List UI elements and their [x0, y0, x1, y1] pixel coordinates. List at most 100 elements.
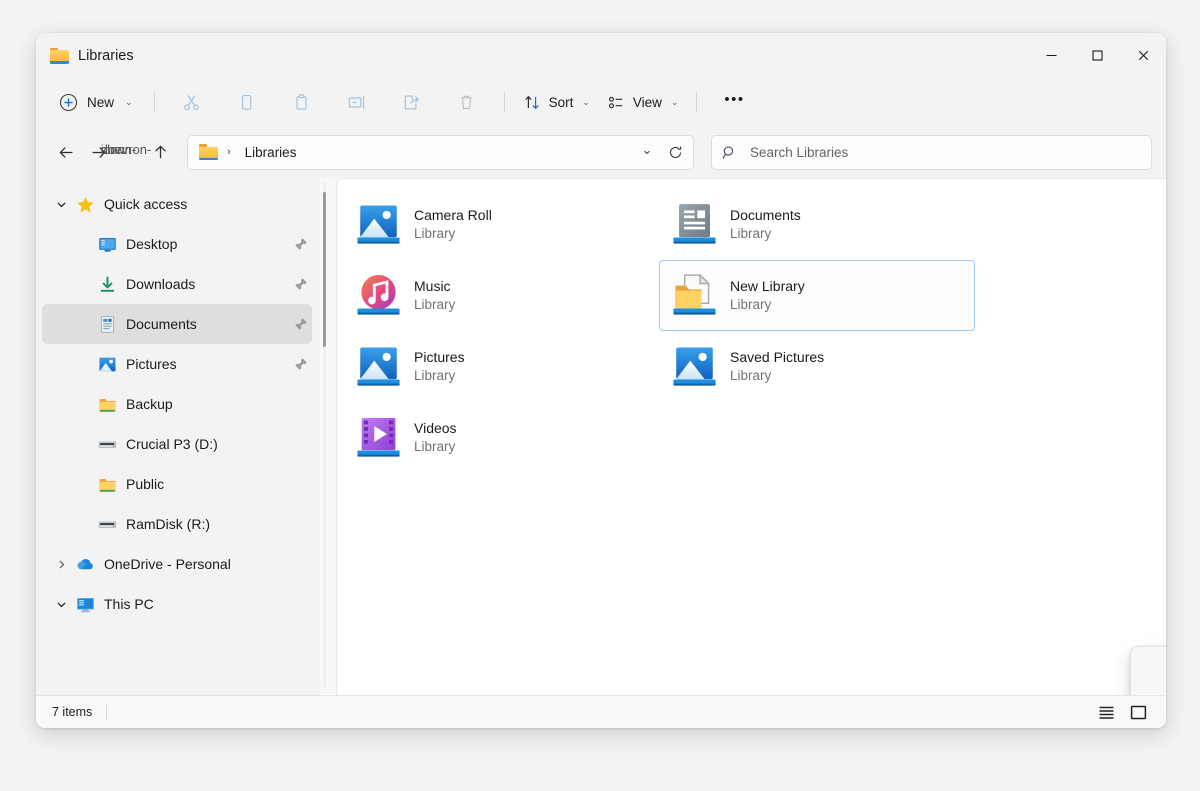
sidebar-item-label: Downloads — [126, 276, 196, 292]
picture-library-icon — [350, 344, 406, 389]
maximize-button[interactable] — [1074, 33, 1120, 78]
file-tile[interactable]: Music Library — [343, 260, 659, 331]
address-bar[interactable]: › Libraries ⌄ — [187, 134, 694, 170]
file-tile-text: Documents Library — [730, 206, 801, 242]
sidebar-item-backup[interactable]: Backup — [42, 384, 312, 424]
view-button-label: View — [632, 94, 662, 110]
sidebar-item-label: Pictures — [126, 356, 177, 372]
pin-icon[interactable] — [294, 357, 308, 371]
large-icons-view-button[interactable] — [1124, 700, 1152, 725]
file-name: Videos — [414, 420, 457, 437]
rename-button[interactable] — [330, 85, 384, 119]
pin-icon[interactable] — [294, 277, 308, 291]
delete-button[interactable] — [440, 85, 494, 119]
picture-library-icon — [350, 202, 406, 247]
file-tile-text: Camera Roll Library — [414, 206, 492, 242]
sidebar-item-label: Crucial P3 (D:) — [126, 436, 218, 452]
file-list-view[interactable]: Camera Roll Library Documents Library Music L… — [336, 178, 1166, 695]
chevron-down-icon: ⌄ — [582, 96, 590, 107]
nav-scrollbar-thumb[interactable] — [323, 192, 326, 347]
file-tile[interactable]: Pictures Library — [343, 331, 659, 402]
pin-icon[interactable] — [294, 237, 308, 251]
paste-button[interactable] — [275, 85, 329, 119]
copy-icon — [237, 93, 256, 112]
sidebar-item-ramdisk-r[interactable]: RamDisk (R:) — [42, 504, 312, 544]
context-menu-item-sort-by[interactable]: Sort by› — [1135, 679, 1166, 695]
back-button[interactable] — [50, 136, 82, 168]
cut-button[interactable] — [165, 85, 219, 119]
minimize-button[interactable] — [1028, 33, 1074, 78]
file-type: Library — [414, 367, 456, 383]
navigation-tree: Quick access Desktop Downloads Documents Pic… — [36, 184, 336, 624]
share-button[interactable] — [385, 85, 439, 119]
document-library-icon — [666, 202, 722, 247]
recent-locations-button[interactable]: chevron-down-icon — [101, 136, 152, 168]
sidebar-item-desktop[interactable]: Desktop — [42, 224, 312, 264]
download-icon — [94, 275, 120, 294]
sidebar-item-label: OneDrive - Personal — [104, 556, 231, 572]
picture-icon — [94, 355, 120, 374]
toolbar-divider-3 — [696, 92, 698, 112]
sidebar-item-public[interactable]: Public — [42, 464, 312, 504]
chevron-down-icon: ⌄ — [670, 96, 679, 107]
file-name: New Library — [730, 278, 805, 295]
new-button[interactable]: New ⌄ — [50, 85, 144, 119]
share-icon — [402, 93, 421, 112]
view-button[interactable]: View ⌄ — [599, 85, 687, 119]
sidebar-item-pictures[interactable]: Pictures — [42, 344, 312, 384]
address-dropdown-button[interactable]: ⌄ — [633, 139, 661, 166]
file-tile[interactable]: Saved Pictures Library — [659, 331, 975, 402]
title-bar: Libraries — [36, 33, 1166, 78]
details-view-button[interactable] — [1092, 700, 1120, 725]
sidebar-item-documents[interactable]: Documents — [42, 304, 312, 344]
folder-icon — [94, 395, 120, 414]
file-tile[interactable]: New Library Library — [659, 260, 975, 331]
file-tile[interactable]: Documents Library — [659, 189, 975, 260]
chevron-right-icon[interactable] — [50, 559, 72, 570]
new-library-icon — [666, 273, 722, 318]
chevron-down-icon[interactable] — [50, 599, 72, 610]
clipboard-icon — [292, 93, 311, 112]
sort-button-label: Sort — [548, 94, 574, 110]
file-name: Camera Roll — [414, 207, 492, 224]
file-name: Saved Pictures — [730, 349, 825, 366]
breadcrumb-separator: › — [227, 146, 231, 158]
sidebar-item-quick-access[interactable]: Quick access — [42, 184, 312, 224]
title-bar-left: Libraries — [36, 47, 134, 64]
file-tile-text: Music Library — [414, 277, 455, 313]
ellipsis-icon: ••• — [724, 91, 745, 108]
sidebar-item-label: Quick access — [104, 196, 188, 212]
sidebar-item-downloads[interactable]: Downloads — [42, 264, 312, 304]
file-tile-text: Pictures Library — [414, 348, 465, 384]
new-button-label: New — [87, 94, 115, 110]
search-box[interactable] — [711, 134, 1152, 170]
sidebar-item-crucial-p3-d[interactable]: Crucial P3 (D:) — [42, 424, 312, 464]
sort-arrows-icon — [523, 93, 542, 112]
sidebar-item-this-pc[interactable]: This PC — [42, 584, 312, 624]
copy-button[interactable] — [220, 85, 274, 119]
file-type: Library — [730, 367, 772, 383]
chevron-down-icon: ⌄ — [125, 96, 133, 107]
file-tile[interactable]: Videos Library — [343, 402, 659, 473]
file-tiles: Camera Roll Library Documents Library Music L… — [337, 179, 1166, 473]
file-tile[interactable]: Camera Roll Library — [343, 189, 659, 260]
pin-icon[interactable] — [294, 317, 308, 331]
file-name: Music — [414, 278, 451, 295]
search-input[interactable] — [748, 143, 1141, 161]
see-more-button[interactable]: ••• — [707, 85, 761, 119]
close-button[interactable] — [1120, 33, 1166, 78]
file-name: Pictures — [414, 349, 465, 366]
file-type: Library — [730, 225, 772, 241]
sidebar-item-onedrive-personal[interactable]: OneDrive - Personal — [42, 544, 312, 584]
video-library-icon — [350, 415, 406, 460]
folder-icon — [94, 475, 120, 494]
file-tile-text: New Library Library — [730, 277, 805, 313]
context-menu-item-view[interactable]: View› — [1135, 651, 1166, 679]
up-button[interactable] — [144, 136, 176, 168]
navigation-bar: chevron-down-icon › Libraries ⌄ — [36, 126, 1166, 178]
refresh-button[interactable] — [661, 139, 689, 166]
status-bar: 7 items — [36, 695, 1166, 728]
chevron-down-icon[interactable] — [50, 199, 72, 210]
breadcrumb-libraries[interactable]: Libraries — [239, 142, 303, 163]
sort-button[interactable]: Sort ⌄ — [515, 85, 598, 119]
